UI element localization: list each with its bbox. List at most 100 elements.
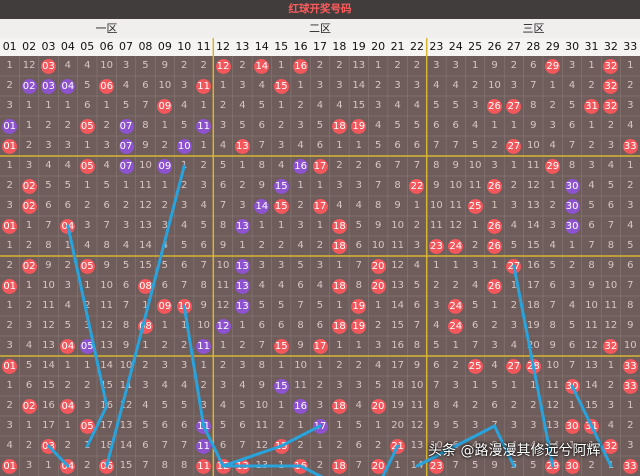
miss-count-cell: 6 xyxy=(181,260,188,271)
miss-count-cell: 3 xyxy=(394,80,401,91)
miss-count-cell: 4 xyxy=(122,240,130,251)
miss-count-cell: 15 xyxy=(526,240,540,251)
miss-count-cell: 2 xyxy=(336,60,343,71)
column-header-22: 22 xyxy=(409,40,424,53)
miss-count-cell: 1 xyxy=(607,360,615,371)
miss-count-cell: 5 xyxy=(471,300,479,311)
miss-count-cell: 5 xyxy=(258,300,265,311)
red-number-ball: 18 xyxy=(331,318,347,334)
red-number-ball: 33 xyxy=(622,458,638,474)
miss-count-cell: 1 xyxy=(142,340,149,351)
miss-count-cell: 1 xyxy=(491,300,498,311)
miss-count-cell: 2 xyxy=(297,100,304,111)
miss-count-cell: 1 xyxy=(316,360,324,371)
miss-count-cell: 6 xyxy=(568,340,576,351)
miss-count-cell: 14 xyxy=(139,240,152,251)
miss-count-cell: 1 xyxy=(161,180,169,191)
column-header-02: 02 xyxy=(22,40,37,53)
miss-count-cell: 6 xyxy=(64,200,72,211)
red-number-ball: 13 xyxy=(234,138,250,154)
column-header-29: 29 xyxy=(545,40,560,53)
miss-count-cell: 6 xyxy=(549,280,556,291)
miss-count-cell: 1 xyxy=(200,100,207,111)
miss-count-cell: 3 xyxy=(6,200,13,211)
red-number-ball: 12 xyxy=(215,58,231,74)
miss-count-cell: 3 xyxy=(161,360,169,371)
miss-count-cell: 2 xyxy=(239,180,246,191)
miss-count-cell: 5 xyxy=(433,340,440,351)
miss-count-cell: 1 xyxy=(45,100,52,111)
miss-count-cell: 9 xyxy=(122,340,130,351)
miss-count-cell: 7 xyxy=(452,140,459,151)
miss-count-cell: 9 xyxy=(549,340,556,351)
miss-count-cell: 6 xyxy=(627,260,634,271)
purple-number-ball: 04 xyxy=(60,78,76,94)
miss-count-cell: 2 xyxy=(413,60,421,71)
miss-count-cell: 6 xyxy=(122,280,130,291)
miss-count-cell: 8 xyxy=(627,300,634,311)
miss-count-cell: 2 xyxy=(6,80,13,91)
miss-count-cell: 5 xyxy=(510,240,518,251)
miss-count-cell: 1 xyxy=(84,440,91,451)
miss-count-cell: 1 xyxy=(258,220,265,231)
zone-label: 一区 xyxy=(95,22,118,35)
miss-count-cell: 19 xyxy=(391,400,404,411)
miss-count-cell: 2 xyxy=(239,60,246,71)
miss-count-cell: 4 xyxy=(64,160,72,171)
miss-count-cell: 3 xyxy=(84,220,91,231)
miss-count-cell: 3 xyxy=(413,80,421,91)
miss-count-cell: 3 xyxy=(452,380,459,391)
miss-count-cell: 1 xyxy=(336,140,343,151)
miss-count-cell: 5 xyxy=(239,120,246,131)
miss-count-cell: 13 xyxy=(42,340,55,351)
miss-count-cell: 2 xyxy=(219,100,227,111)
miss-count-cell: 12 xyxy=(22,60,36,71)
miss-count-cell: 10 xyxy=(294,360,307,371)
miss-count-cell: 4 xyxy=(452,80,459,91)
miss-count-cell: 5 xyxy=(568,100,576,111)
purple-number-ball: 07 xyxy=(118,118,134,134)
purple-number-ball: 03 xyxy=(40,78,56,94)
miss-count-cell: 3 xyxy=(491,340,498,351)
watermark: 头条 @路漫漫其修远兮阿辉 xyxy=(428,443,601,459)
miss-count-cell: 17 xyxy=(42,420,55,431)
red-number-ball: 11 xyxy=(196,458,212,474)
miss-count-cell: 2 xyxy=(374,320,382,331)
miss-count-cell: 6 xyxy=(413,300,421,311)
miss-count-cell: 12 xyxy=(119,400,133,411)
red-number-ball: 25 xyxy=(467,358,483,374)
red-number-ball: 31 xyxy=(584,418,599,434)
miss-count-cell: 2 xyxy=(239,340,246,351)
red-number-ball: 18 xyxy=(331,398,347,414)
miss-count-cell: 3 xyxy=(25,320,33,331)
miss-count-cell: 7 xyxy=(103,220,110,231)
column-header-19: 19 xyxy=(351,40,366,53)
miss-count-cell: 6 xyxy=(394,140,401,151)
miss-count-cell: 3 xyxy=(510,80,518,91)
miss-count-cell: 1 xyxy=(568,240,576,251)
miss-count-cell: 18 xyxy=(526,300,540,311)
red-number-ball: 06 xyxy=(99,78,115,94)
miss-count-cell: 3 xyxy=(181,200,188,211)
miss-count-cell: 2 xyxy=(627,80,634,91)
red-number-ball: 20 xyxy=(370,398,386,414)
red-number-ball: 18 xyxy=(331,278,347,294)
red-number-ball: 27 xyxy=(506,138,522,154)
miss-count-cell: 12 xyxy=(100,320,114,331)
miss-count-cell: 10 xyxy=(197,320,210,331)
purple-number-ball: 11 xyxy=(196,338,212,354)
miss-count-cell: 2 xyxy=(64,120,72,131)
miss-count-cell: 12 xyxy=(585,340,598,351)
miss-count-cell: 3 xyxy=(25,160,33,171)
miss-count-cell: 5 xyxy=(181,240,188,251)
column-header-25: 25 xyxy=(468,40,483,53)
purple-number-ball: 15 xyxy=(273,178,289,194)
miss-count-cell: 2 xyxy=(297,200,304,211)
miss-count-cell: 11 xyxy=(410,400,424,411)
miss-count-cell: 14 xyxy=(585,380,598,391)
miss-count-cell: 5 xyxy=(219,160,227,171)
miss-count-cell: 2 xyxy=(6,260,13,271)
red-number-ball: 15 xyxy=(273,338,289,354)
miss-count-cell: 13 xyxy=(119,420,133,431)
purple-number-ball: 05 xyxy=(79,338,95,354)
